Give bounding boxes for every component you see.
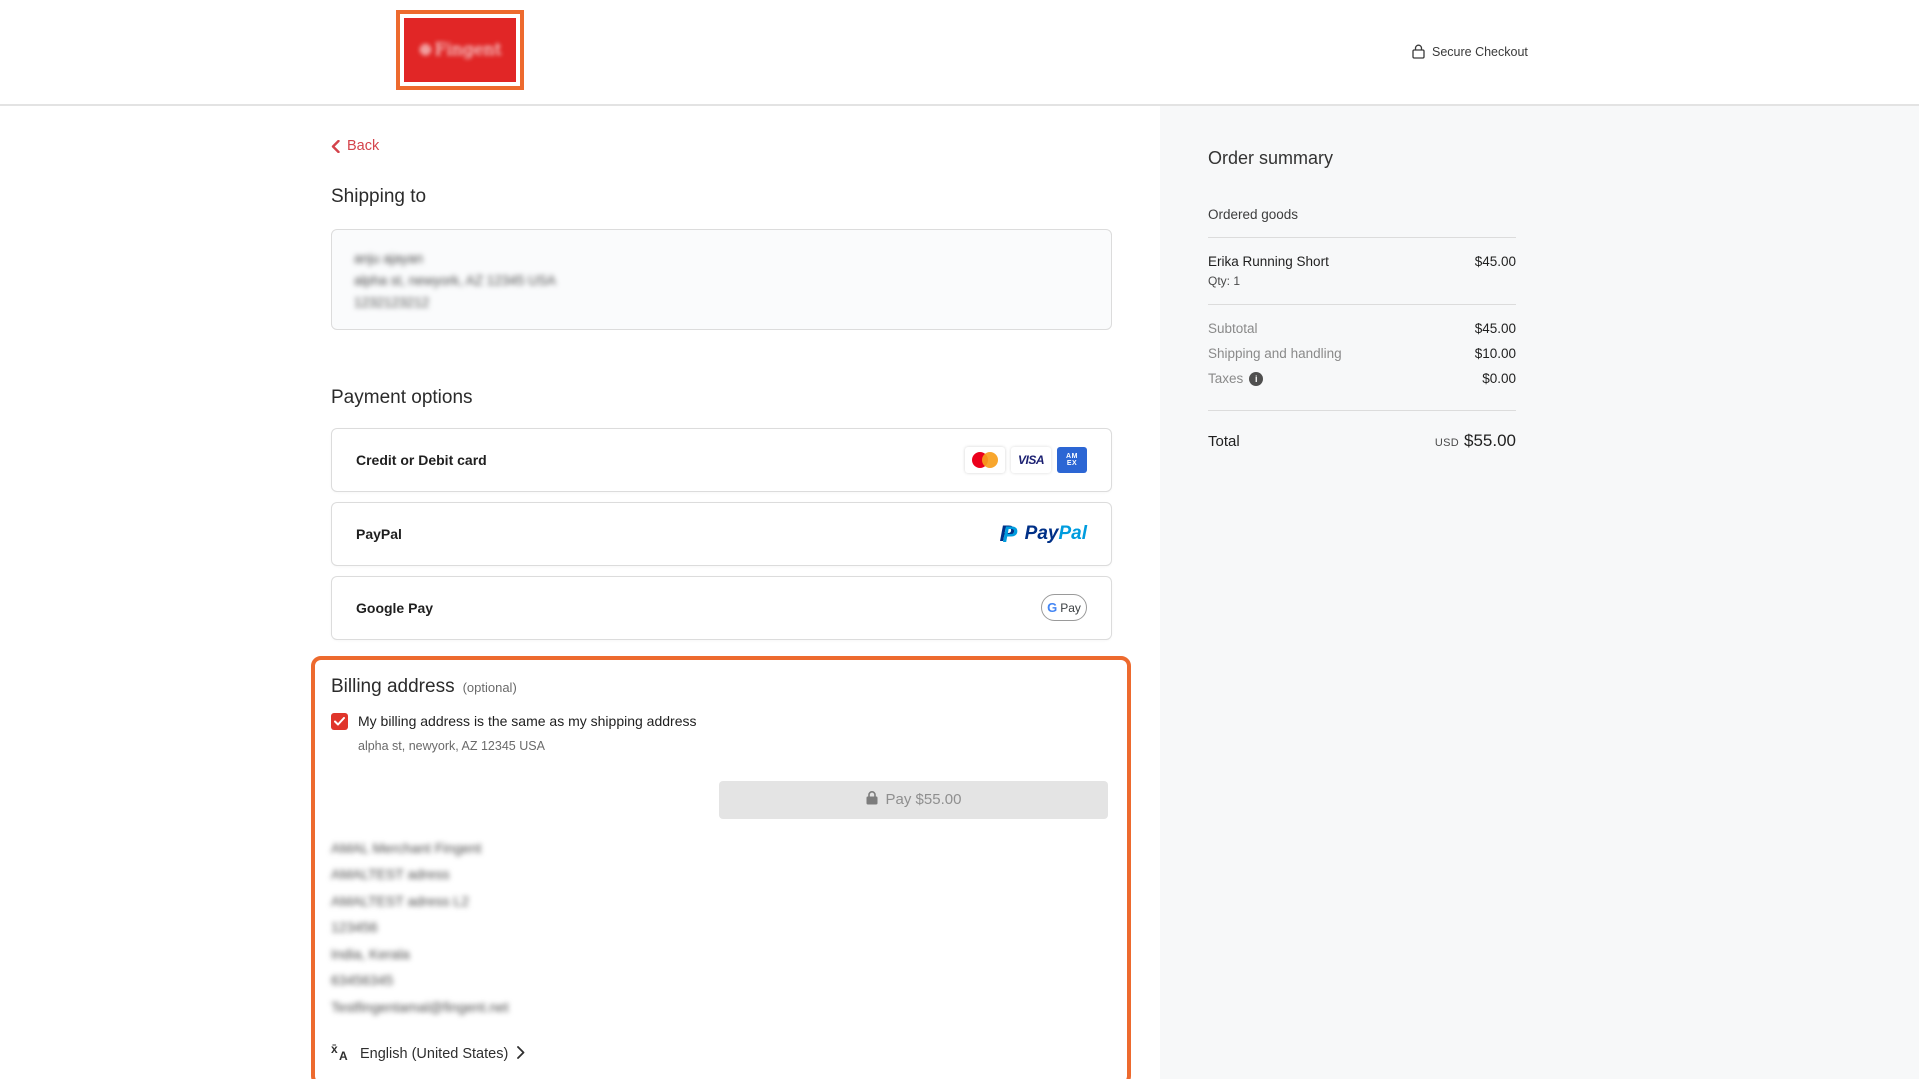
divider	[1208, 410, 1516, 411]
chevron-left-icon	[331, 139, 340, 153]
shipping-to-title: Shipping to	[331, 185, 427, 207]
check-icon	[334, 716, 345, 725]
shipping-value: $10.00	[1474, 346, 1516, 361]
gpay-g-letter: G	[1047, 600, 1058, 615]
billing-address-title: Billing address	[331, 675, 455, 697]
billing-same-checkbox[interactable]	[331, 712, 348, 730]
currency-code: USD	[1434, 437, 1459, 449]
secure-checkout-badge: Secure Checkout	[1412, 44, 1528, 59]
total-value: $55.00	[1464, 431, 1516, 450]
chevron-right-icon	[517, 1045, 525, 1063]
billing-address-preview: alpha st, newyork, AZ 12345 USA	[358, 738, 545, 753]
amex-text-bottom: EX	[1066, 459, 1078, 467]
merchant-line: AMALTEST adress	[331, 866, 450, 882]
googlepay-option-label: Google Pay	[356, 599, 434, 616]
ordered-goods-label: Ordered goods	[1208, 207, 1299, 222]
total-row: Total USD $55.00	[1208, 431, 1516, 451]
subtotal-line: Subtotal $45.00	[1208, 321, 1516, 336]
divider	[1208, 237, 1516, 238]
translate-icon-x: x̄	[331, 1042, 338, 1056]
shipping-address-box: anju ajayan alpha st, newyork, AZ 12345 …	[331, 228, 1112, 330]
language-selector[interactable]: x̄ A English (United States)	[331, 1042, 525, 1064]
payment-option-paypal[interactable]: PayPal P P PayPal	[331, 501, 1112, 566]
merchant-info-block: AMAL Merchant Fingent AMALTEST adress AM…	[331, 835, 509, 1021]
gpay-icon: G Pay	[1041, 594, 1087, 621]
billing-same-checkbox-row[interactable]: My billing address is the same as my shi…	[331, 712, 1108, 730]
taxes-line: Taxes i $0.00	[1208, 371, 1516, 386]
language-label: English (United States)	[360, 1046, 509, 1062]
merchant-line: 123456	[331, 919, 378, 935]
divider	[1208, 304, 1516, 305]
subtotal-value: $45.00	[1474, 321, 1516, 336]
payment-option-card[interactable]: Credit or Debit card VISA AM EX	[331, 427, 1112, 492]
item-price: $45.00	[1474, 254, 1516, 269]
mastercard-icon	[965, 446, 1005, 473]
checkout-page: ⊕ Fingent Secure Checkout Order summary …	[0, 0, 1919, 1079]
paypal-word-pal: Pal	[1058, 522, 1087, 544]
merchant-line: India, Kerala	[331, 945, 410, 962]
merchant-logo: ⊕ Fingent	[404, 18, 516, 82]
amex-icon: AM EX	[1057, 446, 1087, 473]
visa-icon: VISA	[1011, 446, 1051, 473]
paypal-word-pay: Pay	[1024, 522, 1059, 544]
shipping-name: anju ajayan	[354, 250, 424, 266]
billing-same-label: My billing address is the same as my shi…	[358, 713, 697, 729]
lock-icon	[866, 790, 878, 809]
merchant-line: Testfingentamal@fingent.net	[331, 998, 509, 1015]
amex-text-top: AM	[1066, 452, 1078, 460]
taxes-label: Taxes	[1208, 371, 1244, 386]
optional-label: (optional)	[462, 679, 517, 695]
back-label: Back	[347, 138, 380, 154]
total-label: Total	[1208, 433, 1240, 450]
paypal-icon: P P PayPal	[1000, 521, 1087, 547]
billing-address-section: Billing address (optional) My billing ad…	[311, 655, 1131, 1079]
logo-text: Fingent	[434, 40, 502, 60]
shipping-line: Shipping and handling $10.00	[1208, 346, 1516, 361]
logo-glyph-icon: ⊕	[418, 40, 433, 60]
back-button[interactable]: Back	[331, 138, 379, 154]
merchant-line: 63456345	[331, 972, 394, 988]
lock-icon	[1412, 44, 1425, 59]
merchant-line: AMALTEST adress L2	[331, 892, 469, 909]
pay-button-label: Pay $55.00	[885, 791, 962, 808]
shipping-phone: 1232123212	[354, 294, 430, 310]
gpay-word: Pay	[1060, 600, 1081, 615]
translate-icon-a: A	[339, 1049, 348, 1063]
checkout-column: Back Shipping to anju ajayan alpha st, n…	[311, 106, 1131, 1079]
subtotal-label: Subtotal	[1208, 321, 1258, 336]
order-item-row: Erika Running Short $45.00	[1208, 254, 1516, 269]
taxes-info-icon[interactable]: i	[1249, 371, 1264, 386]
secure-checkout-label: Secure Checkout	[1432, 44, 1528, 59]
header: ⊕ Fingent Secure Checkout	[0, 0, 1919, 106]
shipping-street: alpha st, newyork, AZ 12345 USA	[354, 272, 556, 288]
logo-highlight-annotation: ⊕ Fingent	[396, 10, 524, 90]
order-summary-title: Order summary	[1208, 148, 1334, 168]
merchant-line: AMAL Merchant Fingent	[331, 839, 482, 856]
payment-options-title: Payment options	[331, 386, 473, 408]
payment-option-googlepay[interactable]: Google Pay G Pay	[331, 575, 1112, 640]
pay-button[interactable]: Pay $55.00	[719, 780, 1108, 819]
item-name: Erika Running Short	[1208, 254, 1329, 269]
order-summary-panel: Order summary Ordered goods Erika Runnin…	[1160, 106, 1919, 1079]
paypal-option-label: PayPal	[356, 525, 402, 542]
shipping-label: Shipping and handling	[1208, 346, 1342, 361]
item-qty: Qty: 1	[1208, 274, 1241, 288]
taxes-value: $0.00	[1482, 371, 1516, 386]
translate-icon: x̄ A	[331, 1042, 351, 1064]
paypal-mark-front: P	[1002, 521, 1018, 547]
card-option-label: Credit or Debit card	[356, 451, 487, 468]
